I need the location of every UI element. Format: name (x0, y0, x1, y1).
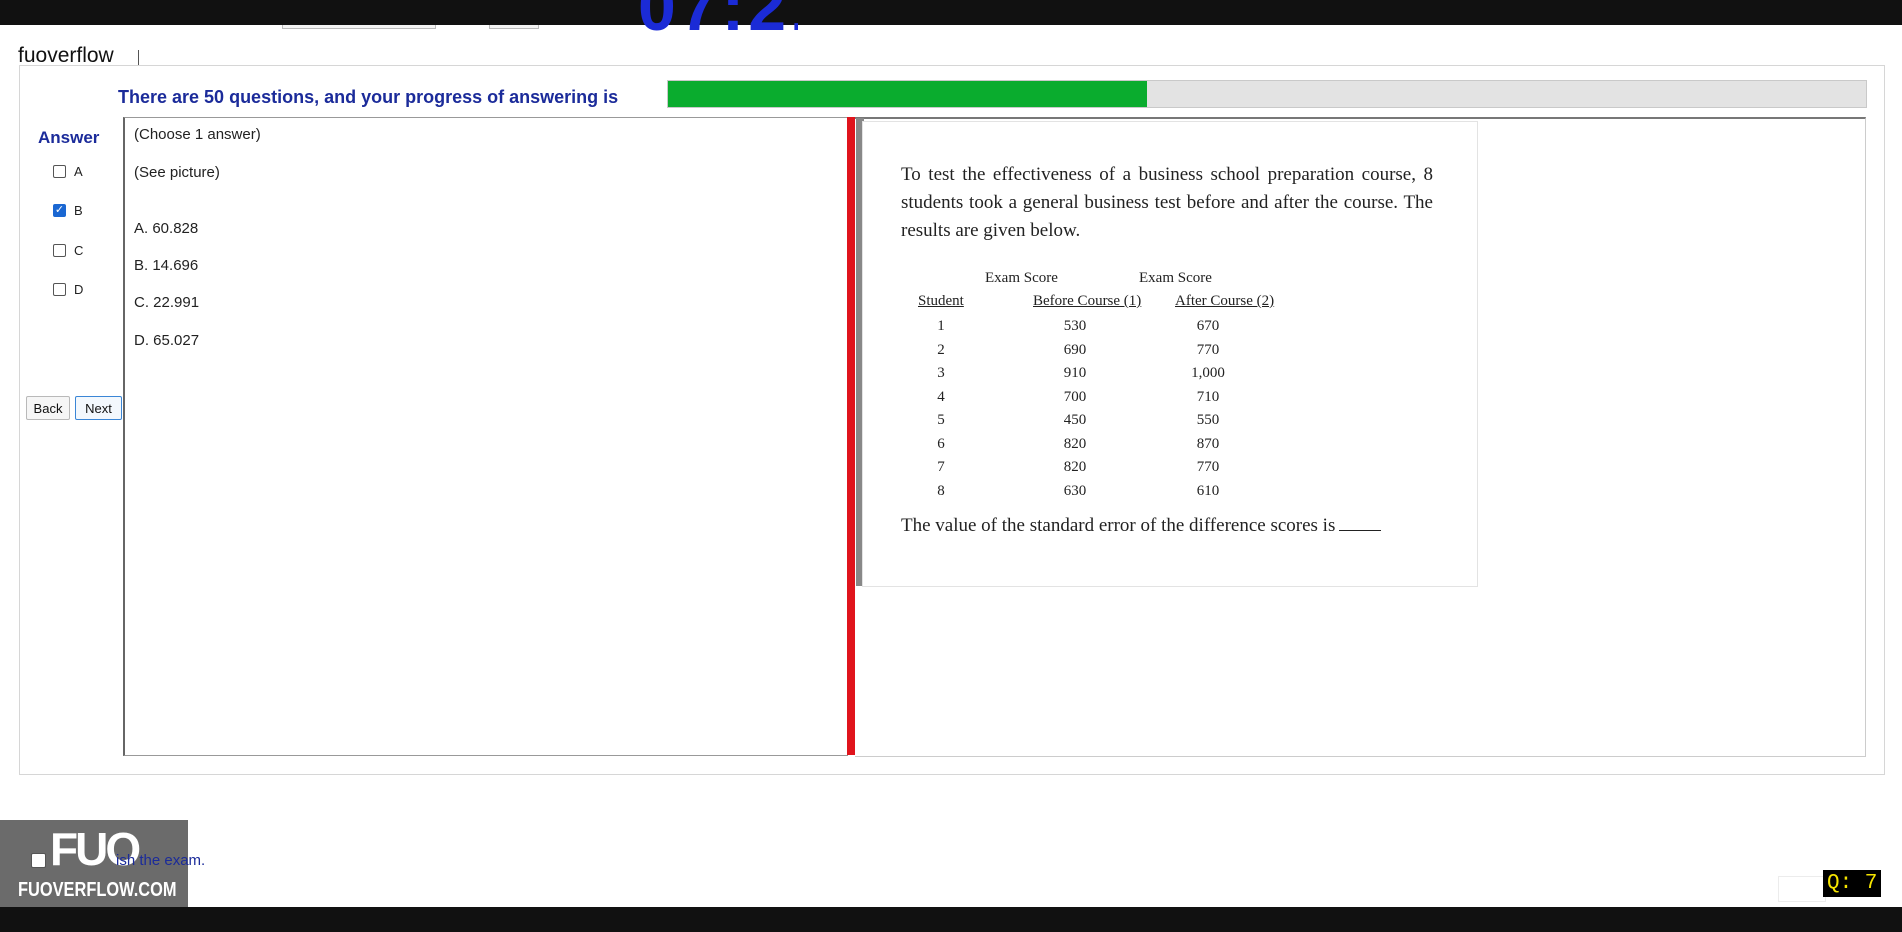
answer-option-d[interactable]: D (53, 282, 83, 297)
table-header-before: Before Course (1) (1033, 293, 1142, 309)
table-cell: 690 (1063, 341, 1087, 358)
answer-option-a[interactable]: A (53, 164, 83, 179)
table-cell: 8 (937, 482, 945, 499)
progress-label: There are 50 questions, and your progres… (118, 87, 619, 107)
table-cell: 770 (1196, 459, 1220, 475)
answer-option-b[interactable]: ✓ B (53, 203, 83, 218)
choice-b-text: B. 14.696 (134, 257, 199, 274)
bottom-black-bar (0, 907, 1902, 932)
picture-question-text: The value of the standard error of the d… (901, 515, 1336, 536)
table-cell: 870 (1196, 435, 1220, 452)
choice-d-text: D. 65.027 (134, 332, 200, 349)
checkbox-d[interactable] (53, 283, 66, 296)
choice-c-text: C. 22.991 (134, 294, 200, 311)
table-cell: 700 (1063, 388, 1087, 405)
option-d-label: D (74, 282, 84, 297)
answer-blank (1339, 529, 1382, 531)
table-header-exam-2: Exam Score (1139, 270, 1212, 286)
table-cell: 7 (937, 459, 945, 475)
picture-question: The value of the standard error of the d… (901, 515, 1382, 537)
option-b-label: B (74, 203, 83, 218)
answer-option-c[interactable]: C (53, 243, 83, 258)
picture-paragraph: To test the effectiveness of a business … (901, 164, 1433, 241)
question-text-panel (123, 117, 848, 756)
table-cell: 770 (1196, 341, 1220, 358)
progress-bar (667, 80, 1867, 108)
table-header-after: After Course (2) (1175, 293, 1275, 309)
table-cell: 1,000 (1191, 365, 1225, 381)
answer-title: Answer (38, 128, 100, 147)
table-cell: 5 (937, 412, 945, 428)
finish-exam-label: ish the exam. (116, 852, 206, 869)
table-cell: 910 (1063, 365, 1087, 381)
table-header-student: Student (918, 293, 964, 309)
table-cell: 6 (937, 435, 945, 452)
finish-exam-checkbox[interactable] (31, 853, 46, 868)
table-cell: 450 (1063, 412, 1087, 428)
back-button[interactable]: Back (26, 396, 70, 420)
progress-fill (668, 81, 1148, 107)
option-a-label: A (74, 164, 83, 179)
checkbox-a[interactable] (53, 165, 66, 178)
top-black-bar (0, 0, 1902, 25)
exam-timer: 07:21 (638, 0, 798, 36)
option-c-label: C (74, 243, 84, 258)
table-cell: 610 (1196, 482, 1220, 499)
question-number-field[interactable] (1778, 876, 1826, 902)
pane-divider[interactable] (847, 117, 855, 755)
top-small-box[interactable] (489, 25, 539, 29)
top-combo-box[interactable] (282, 25, 436, 29)
table-cell: 4 (937, 388, 945, 405)
question-picture: To test the effectiveness of a business … (862, 121, 1478, 587)
choice-a-text: A. 60.828 (134, 220, 199, 237)
table-cell: 670 (1196, 318, 1220, 334)
watermark-site: FUOVERFLOW.COM (18, 879, 177, 901)
checkbox-b[interactable]: ✓ (53, 204, 66, 217)
next-button[interactable]: Next (75, 396, 122, 420)
table-cell: 630 (1063, 482, 1087, 499)
table-cell: 1 (937, 318, 945, 334)
table-cell: 820 (1063, 459, 1087, 475)
table-cell: 3 (937, 365, 945, 381)
table-header-exam-1: Exam Score (985, 270, 1058, 286)
see-picture-text: (See picture) (134, 164, 220, 181)
table-cell: 530 (1063, 318, 1087, 334)
instruction-text: (Choose 1 answer) (134, 126, 261, 143)
table-cell: 710 (1196, 388, 1220, 405)
checkbox-c[interactable] (53, 244, 66, 257)
question-indicator: Q: 7 (1823, 870, 1882, 897)
table-cell: 820 (1063, 435, 1087, 452)
table-cell: 2 (937, 341, 945, 358)
table-cell: 550 (1196, 412, 1220, 428)
